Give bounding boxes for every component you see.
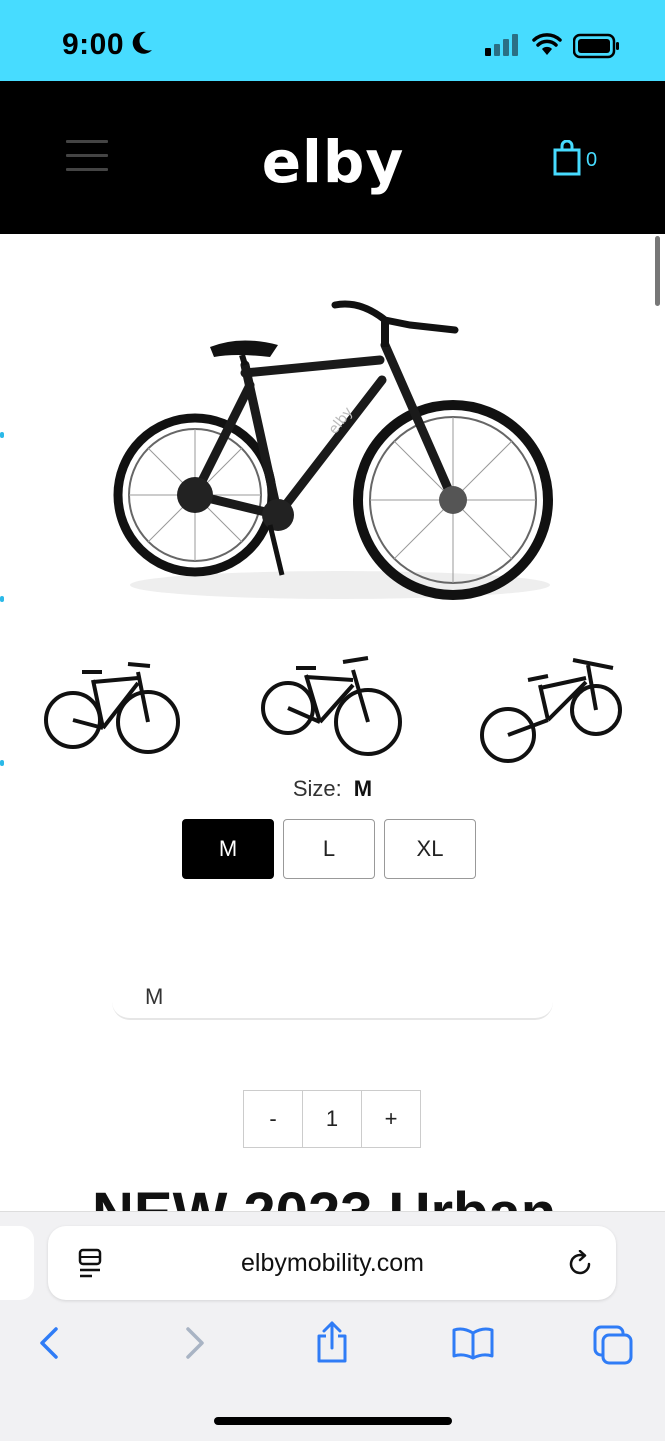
size-option-m[interactable]: M xyxy=(182,819,274,879)
product-thumbnail[interactable] xyxy=(478,650,628,765)
qty-decrement-button[interactable]: - xyxy=(244,1091,303,1147)
qty-increment-button[interactable]: + xyxy=(362,1091,420,1147)
moon-icon xyxy=(132,31,152,54)
variant-select[interactable]: M xyxy=(112,968,553,1020)
site-logo[interactable]: elby xyxy=(258,130,408,194)
carousel-dot[interactable] xyxy=(0,760,4,766)
product-title: NEW 2023 Urban xyxy=(0,1180,665,1212)
size-label: Size: M xyxy=(292,776,373,801)
carousel-dot[interactable] xyxy=(0,432,4,438)
carousel-dot[interactable] xyxy=(0,596,4,602)
selected-size: M xyxy=(353,776,373,801)
reload-icon[interactable] xyxy=(566,1250,594,1278)
quantity-stepper: - 1 + xyxy=(243,1090,421,1148)
cellular-signal-icon xyxy=(485,34,518,56)
variant-select-value: M xyxy=(145,984,164,1009)
back-icon[interactable] xyxy=(36,1325,64,1361)
tabs-icon[interactable] xyxy=(593,1325,635,1365)
cart-count: 0 xyxy=(586,149,598,171)
status-time: 9:00 xyxy=(62,28,125,61)
page-scrollbar[interactable] xyxy=(655,236,660,306)
share-icon[interactable] xyxy=(313,1320,351,1364)
menu-icon[interactable] xyxy=(66,140,108,172)
size-option-l[interactable]: L xyxy=(283,819,375,879)
battery-icon xyxy=(573,33,619,59)
forward-icon[interactable] xyxy=(180,1325,208,1361)
bookmarks-icon[interactable] xyxy=(451,1325,495,1361)
size-option-xl[interactable]: XL xyxy=(384,819,476,879)
product-thumbnail[interactable] xyxy=(258,650,408,765)
product-thumbnail[interactable] xyxy=(38,650,188,765)
qty-value[interactable]: 1 xyxy=(303,1091,362,1147)
shopping-bag-icon[interactable] xyxy=(553,140,581,176)
home-indicator[interactable] xyxy=(214,1417,452,1425)
product-main-image[interactable]: elby xyxy=(110,285,560,625)
wifi-icon xyxy=(532,33,562,55)
